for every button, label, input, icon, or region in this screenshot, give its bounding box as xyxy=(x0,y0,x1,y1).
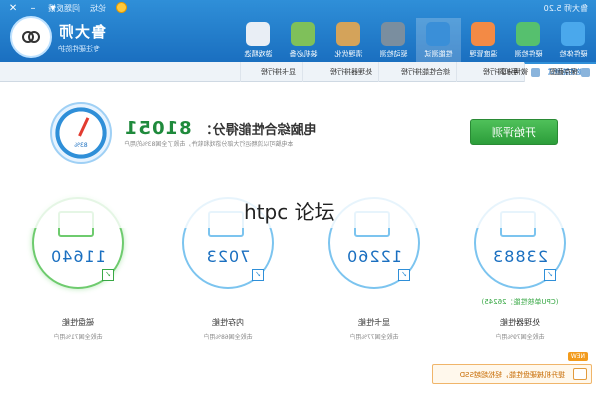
expand-check-icon[interactable]: ✓ xyxy=(252,269,264,281)
window-controls: ▾ – ✕ xyxy=(6,2,60,15)
card-rank: 击败全国71%用户 xyxy=(53,334,103,341)
tab-2[interactable]: 综合性能排行榜 xyxy=(378,62,456,82)
mascot-icon xyxy=(10,16,52,58)
main-content: 83% 电脑综合性能得分： 81051 本电脑可以流畅运行大部分游戏和软件，击败… xyxy=(0,82,596,400)
card-name: 内存性能 xyxy=(212,318,244,327)
card-name: 显卡性能 xyxy=(358,318,390,327)
logo: 鲁大师 专注硬件防护 xyxy=(10,16,106,58)
nav-item-7[interactable]: 游戏精选 xyxy=(236,18,281,62)
nav-item-3[interactable]: 性能测试 xyxy=(416,18,461,62)
nav-label: 清理优化 xyxy=(334,50,363,58)
promo-text: 提升机械硬盘性能，轻松超越SSD xyxy=(459,371,565,379)
nav-label: 驱动检测 xyxy=(379,50,408,58)
nav-item-2[interactable]: 温度管理 xyxy=(461,18,506,62)
nav-icon-4 xyxy=(381,22,406,46)
score-title-label: 电脑综合性能得分： xyxy=(199,123,317,138)
watermark-band: htpc 论坛 xyxy=(0,186,596,228)
gauge-label: 83% xyxy=(74,142,88,149)
camera-icon xyxy=(581,67,590,77)
card-rank: 击败全国79%用户 xyxy=(495,334,545,341)
expand-check-icon[interactable]: ✓ xyxy=(102,269,114,281)
nav-item-5[interactable]: 清理优化 xyxy=(326,18,371,62)
nav-item-4[interactable]: 驱动检测 xyxy=(371,18,416,62)
score-description: 本电脑可以流畅运行大部分游戏和软件，击败了全国83%的用户 xyxy=(124,141,294,148)
close-button[interactable]: ✕ xyxy=(6,2,20,15)
nav-item-6[interactable]: 装机必备 xyxy=(281,18,326,62)
minimize-button[interactable]: – xyxy=(26,2,40,15)
score-value: 81051 xyxy=(124,118,192,139)
nav-label: 硬件检测 xyxy=(514,50,543,58)
main-nav: 硬件体检 硬件检测 温度管理 性能测试 驱动检测 清理优化 装机必备 游戏精选 xyxy=(236,18,596,62)
watermark-text: htpc 论坛 xyxy=(244,200,335,224)
start-test-button[interactable]: 开始评测 xyxy=(470,119,558,145)
weibo-icon xyxy=(531,67,540,77)
card-rank: 击败全国68%用户 xyxy=(203,334,253,341)
sub-tabs: 电脑性能测试 手机排行榜 综合性能排行榜 处理器排行榜 显卡排行榜 保存截图 微博分享 xyxy=(0,62,596,82)
nav-icon-7 xyxy=(246,22,271,46)
new-badge: NEW xyxy=(567,352,588,361)
card-score: 12260 xyxy=(346,247,402,266)
score-title: 电脑综合性能得分： 81051 xyxy=(124,118,317,139)
card-score: 11640 xyxy=(50,247,106,266)
weibo-share-label: 微博分享 xyxy=(500,68,528,76)
card-name: 处理器性能 xyxy=(500,318,540,327)
nav-label: 硬件体检 xyxy=(559,50,588,58)
app-window: 鲁大师 5.20 论坛 问题反馈 ▾ – ✕ 硬件体检 硬件检测 温度管理 性能测试驱… xyxy=(0,0,596,400)
nav-icon-6 xyxy=(291,22,316,46)
logo-subtitle: 专注硬件防护 xyxy=(58,44,100,53)
promo-box[interactable]: 提升机械硬盘性能，轻松超越SSD xyxy=(432,364,592,384)
expand-check-icon[interactable]: ✓ xyxy=(398,269,410,281)
tab-links: 保存截图 微博分享 xyxy=(500,62,590,82)
tab-3[interactable]: 处理器排行榜 xyxy=(302,62,378,82)
app-version: 鲁大师 5.20 xyxy=(543,4,588,13)
nav-label: 游戏精选 xyxy=(244,50,273,58)
hdd-icon xyxy=(573,368,587,380)
logo-text: 鲁大师 专注硬件防护 xyxy=(58,21,106,54)
menu-icon[interactable]: ▾ xyxy=(46,2,60,15)
promo-banner[interactable]: NEW 提升机械硬盘性能，轻松超越SSD xyxy=(432,350,596,390)
card-name: 磁盘性能 xyxy=(62,318,94,327)
score-gauge: 83% xyxy=(50,102,112,164)
save-screenshot-label: 保存截图 xyxy=(550,68,578,76)
save-screenshot-link[interactable]: 保存截图 xyxy=(550,62,590,82)
nav-icon-2 xyxy=(471,22,496,46)
forum-link[interactable]: 论坛 xyxy=(90,3,106,14)
logo-name: 鲁大师 xyxy=(58,22,107,41)
coin-icon[interactable] xyxy=(116,2,127,13)
nav-label: 温度管理 xyxy=(469,50,498,58)
weibo-share-link[interactable]: 微博分享 xyxy=(500,62,540,82)
nav-label: 装机必备 xyxy=(289,50,318,58)
gauge-needle xyxy=(78,117,90,137)
card-score: 7023 xyxy=(205,247,251,266)
nav-item-1[interactable]: 硬件检测 xyxy=(506,18,551,62)
nav-icon-0 xyxy=(561,22,586,46)
nav-icon-3 xyxy=(426,22,451,46)
nav-label: 性能测试 xyxy=(424,50,453,58)
header-bar: 鲁大师 5.20 论坛 问题反馈 ▾ – ✕ 硬件体检 硬件检测 温度管理 性能测试驱… xyxy=(0,0,596,62)
expand-check-icon[interactable]: ✓ xyxy=(544,269,556,281)
card-extra: (CPU单核性能：26245) xyxy=(481,298,559,306)
card-rank: 击败全国77%用户 xyxy=(349,334,399,341)
nav-item-0[interactable]: 硬件体检 xyxy=(551,18,596,62)
tab-4[interactable]: 显卡排行榜 xyxy=(240,62,302,82)
nav-icon-1 xyxy=(516,22,541,46)
card-score: 23883 xyxy=(492,247,548,266)
nav-icon-5 xyxy=(336,22,361,46)
